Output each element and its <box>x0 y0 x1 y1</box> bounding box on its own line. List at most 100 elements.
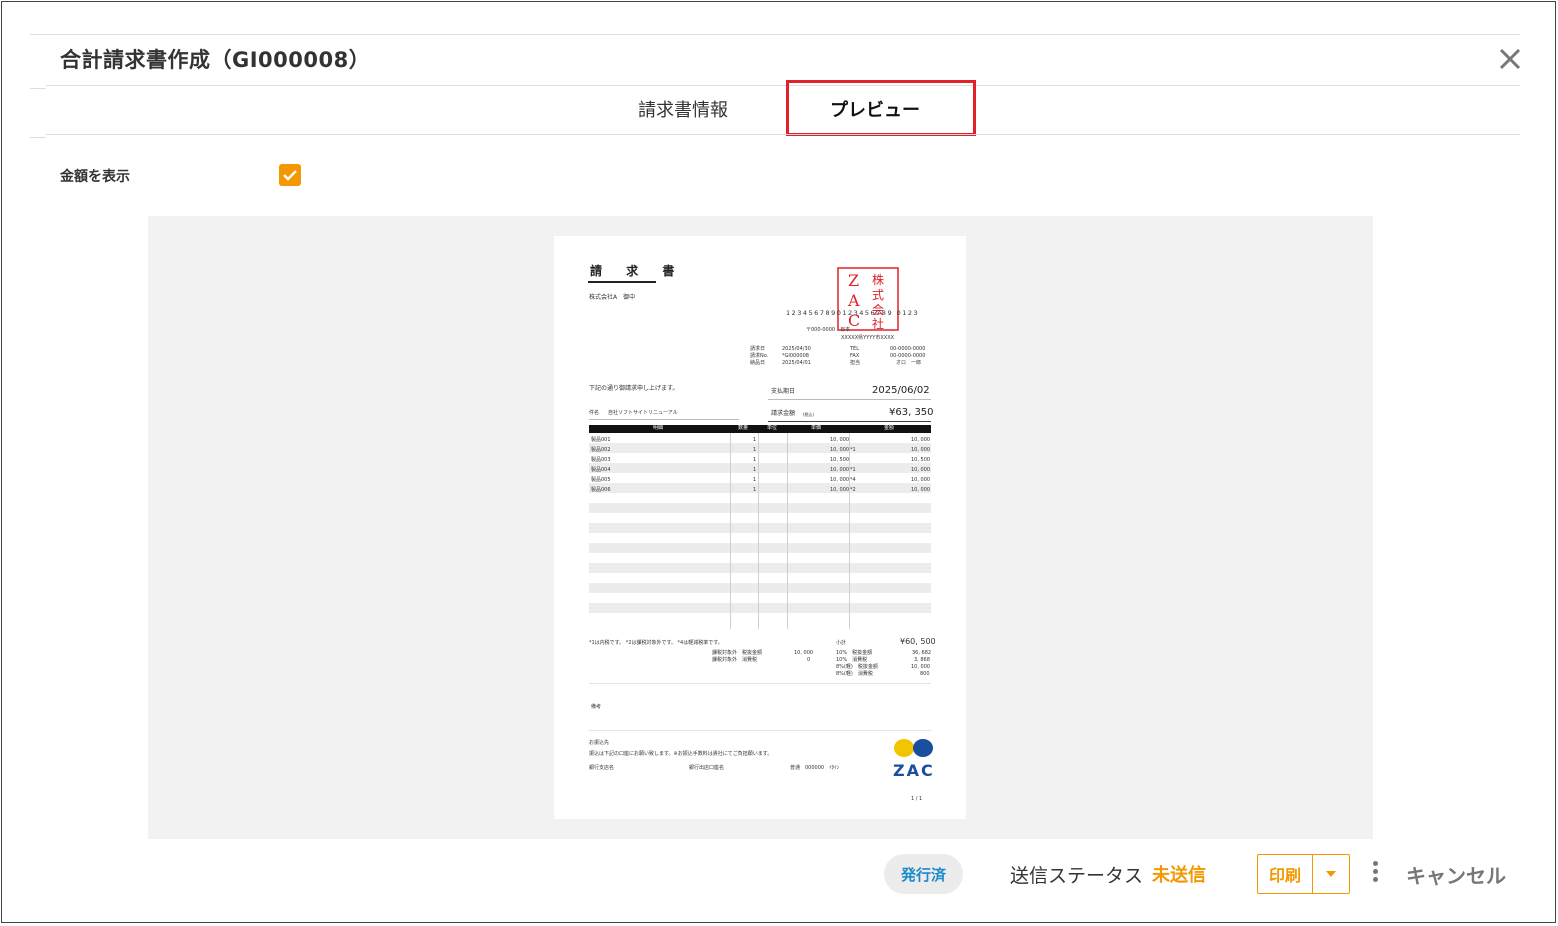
table-header-cell: 明細 <box>653 425 664 431</box>
seal-char: 株 <box>872 272 884 287</box>
summary-label: 10% 税抜金額 <box>836 650 873 656</box>
row-qty: 1 <box>753 467 757 473</box>
row-qty: 1 <box>753 457 757 463</box>
row-qty: 1 <box>753 487 757 493</box>
table-row <box>589 503 931 513</box>
amount-tax-note: (税込) <box>803 412 815 417</box>
meta-value: *GI000008 <box>782 353 809 359</box>
table-header-cell: 単位 <box>767 425 778 431</box>
row-amount: 10, 000 <box>911 477 931 483</box>
meta-label: 請求日 <box>750 346 766 352</box>
amount-underline <box>768 421 931 422</box>
table-column-divider <box>849 433 850 629</box>
table-column-divider <box>730 433 731 629</box>
summary-value: 10, 000 <box>911 664 931 670</box>
header-bottom-divider <box>46 85 1520 86</box>
summary-value: 3, 868 <box>914 657 930 663</box>
company-address: XXXXX県YYYY市XXXX <box>841 335 895 341</box>
table-row <box>589 583 931 593</box>
row-qty: 1 <box>753 447 757 453</box>
row-mark: *2 <box>850 487 856 493</box>
row-item: 製品004 <box>591 467 611 473</box>
print-dropdown-button[interactable] <box>1313 855 1349 893</box>
seal-char: A <box>847 291 860 310</box>
summary-divider <box>589 683 931 684</box>
meta-label: 納品日 <box>750 360 766 366</box>
table-row <box>589 463 931 473</box>
table-row <box>589 443 931 453</box>
print-button[interactable]: 印刷 <box>1258 855 1313 893</box>
table-column-divider <box>758 433 759 629</box>
issued-status-badge: 発行済 <box>884 854 963 894</box>
check-icon <box>283 170 297 181</box>
row-price: 10, 000 <box>830 487 850 493</box>
row-item: 製品003 <box>591 457 611 463</box>
row-price: 10, 500 <box>830 457 850 463</box>
seal-char: 式 <box>872 288 884 302</box>
meta-value: 2025/04/01 <box>782 360 811 366</box>
summary-label: 課税対象外 税抜金額 <box>712 650 763 656</box>
send-status-value: 未送信 <box>1152 865 1206 886</box>
summary-value: 36, 682 <box>912 650 932 656</box>
table-row <box>589 603 931 613</box>
bank-title: お振込先 <box>589 740 610 746</box>
summary-label: 8%(軽) 税抜金額 <box>836 664 878 670</box>
tab-preview-highlight <box>786 80 976 136</box>
row-item: 製品001 <box>591 437 611 443</box>
subject-value: 自社ソフトサイトリニューアル <box>608 410 678 416</box>
table-header-cell: 単価 <box>811 425 822 431</box>
company-seal-icon: Z A C 株 式 会 社 <box>837 267 899 331</box>
row-mark: *1 <box>850 447 856 453</box>
summary-value: 0 <box>807 657 811 663</box>
invoice-preview-page: 請 求 書 株式会社A 御中 Z A C 株 式 会 社 12345678901… <box>554 236 966 819</box>
table-header-cell: 金額 <box>884 425 895 431</box>
row-qty: 1 <box>753 437 757 443</box>
divider-notch <box>30 88 46 89</box>
meta-label: TEL <box>850 346 859 352</box>
row-price: 10, 000 <box>830 437 850 443</box>
row-price: 10, 000 <box>830 467 850 473</box>
row-item: 製品002 <box>591 447 611 453</box>
subject-underline <box>589 419 739 420</box>
row-mark: *1 <box>850 467 856 473</box>
invoice-title-underline <box>588 281 656 283</box>
show-amount-checkbox[interactable] <box>279 164 301 186</box>
table-row <box>589 493 931 503</box>
print-button-group: 印刷 <box>1257 854 1350 894</box>
bank-field: 銀行出店口座名 <box>689 765 725 771</box>
remarks-label: 備考 <box>591 704 602 710</box>
invoice-recipient: 株式会社A 御中 <box>589 294 636 301</box>
summary-value: 800 <box>920 671 930 677</box>
invoice-footnote: *1は内税です。 *2は課税対象外です。 *4は軽減税率です。 <box>589 640 723 646</box>
zac-logo-icon: ZAC <box>893 739 935 780</box>
table-row <box>589 483 931 493</box>
table-header-cell: 数量 <box>738 425 749 431</box>
seal-char: Z <box>848 271 859 290</box>
bank-field: 銀行支店名 <box>589 765 615 771</box>
summary-label: 課税対象外 消費税 <box>712 657 758 663</box>
cancel-button[interactable]: キャンセル <box>1406 860 1506 889</box>
meta-label: 請求No. <box>750 353 769 359</box>
meta-label: FAX <box>850 353 860 359</box>
seal-char: 社 <box>872 316 884 331</box>
row-price: 10, 000 <box>830 447 850 453</box>
table-row <box>589 523 931 533</box>
amount-label: 請求金額 <box>771 410 796 417</box>
close-icon[interactable] <box>1496 45 1524 73</box>
tab-invoice-info[interactable]: 請求書情報 <box>638 96 728 122</box>
summary-value: 10, 000 <box>794 650 814 656</box>
more-options-icon[interactable] <box>1368 858 1382 888</box>
meta-value: 2025/04/30 <box>782 346 811 352</box>
table-row <box>589 593 931 603</box>
registration-number: 1234567890123456789 0123 <box>786 309 920 317</box>
logo-text: ZAC <box>893 761 935 780</box>
subtotal-label: 小計 <box>836 640 847 646</box>
summary-label: 8%(軽) 消費税 <box>836 671 873 677</box>
row-amount: 10, 000 <box>911 447 931 453</box>
row-item: 製品005 <box>591 477 611 483</box>
row-item: 製品006 <box>591 487 611 493</box>
row-amount: 10, 000 <box>911 467 931 473</box>
send-status-label: 送信ステータス <box>1010 865 1144 887</box>
dialog-title: 合計請求書作成（GI000008） <box>60 48 371 72</box>
bank-field: 普通 000000 ｲﾀｲﾝ <box>790 765 840 771</box>
